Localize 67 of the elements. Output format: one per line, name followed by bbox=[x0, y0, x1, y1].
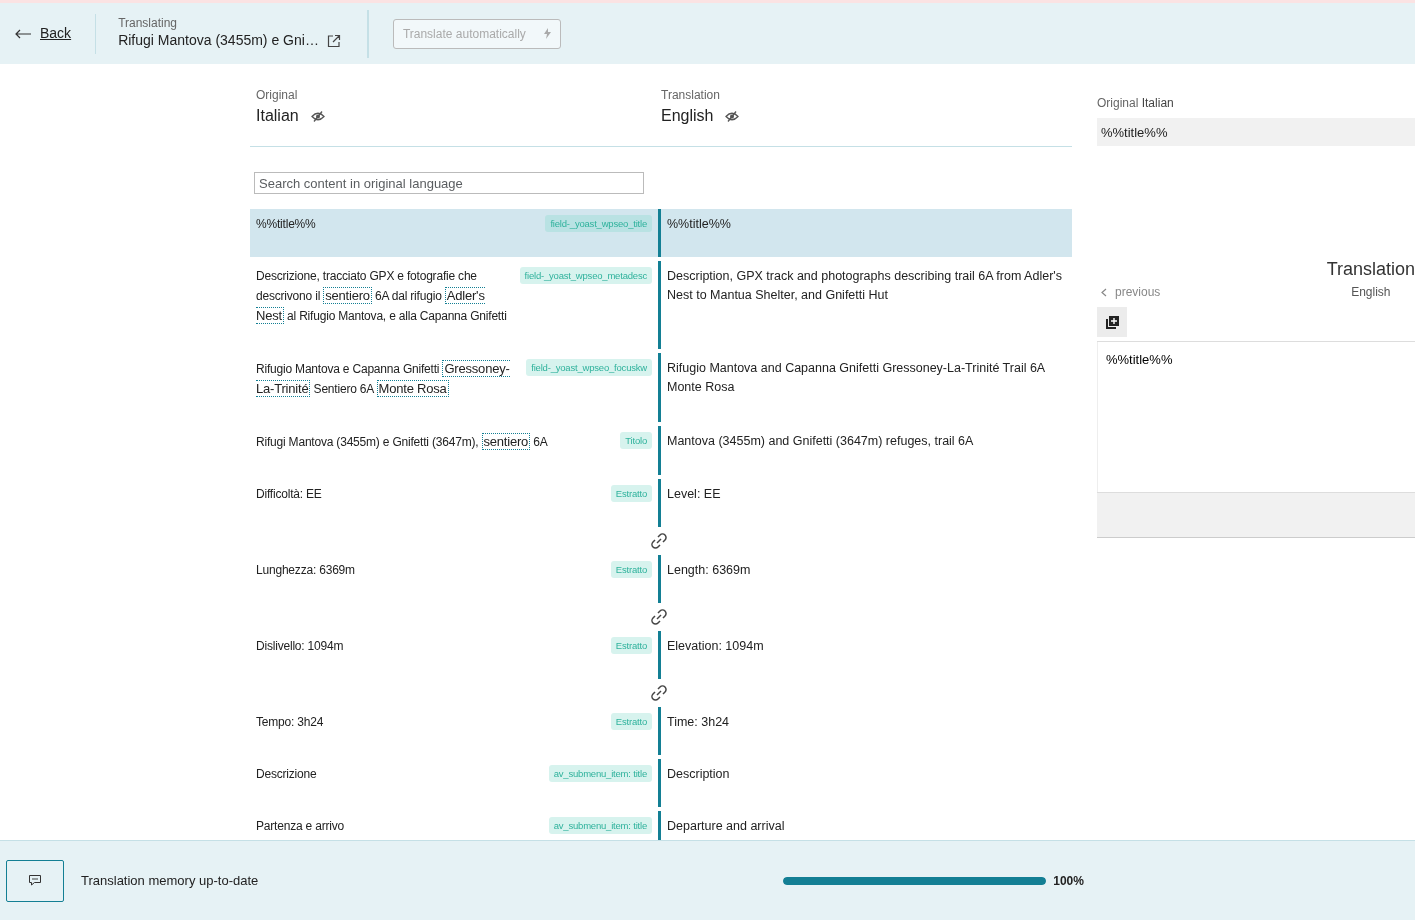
column-label: Translation bbox=[661, 87, 721, 104]
field-tag: av_submenu_item: title bbox=[548, 817, 652, 834]
source-text: %%title%% bbox=[256, 216, 317, 233]
link-icon[interactable] bbox=[649, 683, 669, 703]
language-name: English bbox=[1350, 284, 1392, 301]
comment-button[interactable] bbox=[6, 859, 64, 902]
source-text: Tempo: 3h24 bbox=[256, 714, 325, 731]
translation-text: Length: 6369m bbox=[667, 563, 751, 577]
translation-text: Description bbox=[667, 767, 730, 781]
link-icon[interactable] bbox=[649, 531, 669, 551]
field-tag: Estratto bbox=[610, 561, 652, 578]
translation-text: Departure and arrival bbox=[667, 819, 785, 833]
panel-heading: Translation bbox=[1326, 258, 1415, 281]
translation-text: %%title%% bbox=[667, 217, 731, 231]
segment-row[interactable]: Dislivello: 1094m Estratto Elevation: 1094m bbox=[250, 631, 1072, 679]
translation-text: Elevation: 1094m bbox=[667, 639, 764, 653]
original-label: Original bbox=[1097, 96, 1139, 110]
field-tag: field-_yoast_wpseo_focuskw bbox=[526, 359, 652, 376]
visibility-off-icon[interactable] bbox=[725, 110, 740, 122]
search-field[interactable]: Search content in original language bbox=[254, 172, 644, 194]
source-text: Lunghezza: 6369m bbox=[256, 562, 356, 579]
visibility-off-icon[interactable] bbox=[310, 110, 325, 122]
field-tag: field-_yoast_wpseo_title bbox=[545, 215, 652, 232]
field-tag: field-_yoast_wpseo_metadesc bbox=[519, 267, 652, 284]
chevron-left-icon bbox=[1101, 287, 1107, 297]
copy-button[interactable] bbox=[1097, 307, 1127, 337]
translation-text: Rifugio Mantova and Capanna Gnifetti Gressoney-La-Trinité Trail 6A Monte Rosa bbox=[667, 361, 1045, 394]
source-text: Dislivello: 1094m bbox=[256, 638, 345, 655]
segment-row[interactable]: Difficoltà: EE Estratto Level: EE bbox=[250, 479, 1072, 527]
source-text: Partenza e arrivo bbox=[256, 818, 345, 835]
source-text: Descrizione bbox=[256, 766, 318, 783]
language-name: English bbox=[661, 106, 714, 126]
translation-text: Description, GPX track and photographs describing trail 6A from Adler's Nest to Mantua Shelter, and Gnifetti Hut bbox=[667, 269, 1062, 302]
back-arrow-icon bbox=[14, 28, 32, 39]
translation-text: Mantova (3455m) and Gnifetti (3647m) refuges, trail 6A bbox=[667, 434, 974, 448]
field-tag: Titolo bbox=[620, 432, 652, 449]
document-title: Rifugi Mantova (3455m) e Gni… bbox=[118, 31, 319, 50]
status-text: Translation memory up-to-date bbox=[81, 871, 259, 890]
previous-link[interactable]: previous bbox=[1097, 283, 1161, 301]
link-icon[interactable] bbox=[649, 607, 669, 627]
field-tag: av_submenu_item: title bbox=[548, 765, 652, 782]
segment-row[interactable]: Rifugi Mantova (3455m) e Gnifetti (3647m), sentiero 6A Titolo Mantova (3455m) and Gnifetti (3647m) refuges, trail 6A bbox=[250, 426, 1072, 475]
original-text: %%title%% bbox=[1097, 118, 1415, 146]
external-link-icon[interactable] bbox=[326, 33, 341, 48]
field-tag: Estratto bbox=[610, 713, 652, 730]
column-label: Original bbox=[256, 87, 299, 104]
field-tag: Estratto bbox=[610, 485, 652, 502]
back-link[interactable]: Back bbox=[0, 13, 97, 54]
language-name: Italian bbox=[1141, 96, 1174, 110]
segment-row[interactable]: Lunghezza: 6369m Estratto Length: 6369m bbox=[250, 555, 1072, 603]
segment-row[interactable]: Descrizione av_submenu_item: title Description bbox=[250, 759, 1072, 807]
source-text: Rifugio Mantova e Capanna Gnifetti Gressoney-La-Trinité Sentiero 6A Monte Rosa bbox=[256, 359, 511, 399]
source-text: Rifugi Mantova (3455m) e Gnifetti (3647m), sentiero 6A bbox=[256, 432, 549, 452]
translation-text: Level: EE bbox=[667, 487, 721, 501]
translation-text: Time: 3h24 bbox=[667, 715, 730, 729]
progress-reading: 100% bbox=[1053, 872, 1084, 890]
copy-icon bbox=[1105, 315, 1119, 329]
language-name: Italian bbox=[256, 106, 299, 126]
field-tag: Estratto bbox=[610, 637, 652, 654]
speech-bubble-icon bbox=[29, 875, 41, 886]
segment-row[interactable]: %%title%% field-_yoast_wpseo_title %%title%% bbox=[250, 209, 1072, 257]
source-text: Descrizione, tracciato GPX e fotografie che descrivono il sentiero 6A dal rifugio Adler's Nest al Rifugio Mantova, e alla Capanna Gnifetti bbox=[256, 268, 508, 326]
segment-row[interactable]: Rifugio Mantova e Capanna Gnifetti Gressoney-La-Trinité Sentiero 6A Monte Rosa field-_yoast_wpseo_focuskw Rifugio Mantova and Capanna Gnifetti Gressoney-La-Trinité Trail 6A Monte Rosa bbox=[250, 353, 1072, 422]
context-label: Translating bbox=[118, 16, 179, 30]
lightning-icon bbox=[543, 28, 551, 39]
segment-row[interactable]: Tempo: 3h24 Estratto Time: 3h24 bbox=[250, 707, 1072, 755]
source-text: Difficoltà: EE bbox=[256, 486, 323, 503]
